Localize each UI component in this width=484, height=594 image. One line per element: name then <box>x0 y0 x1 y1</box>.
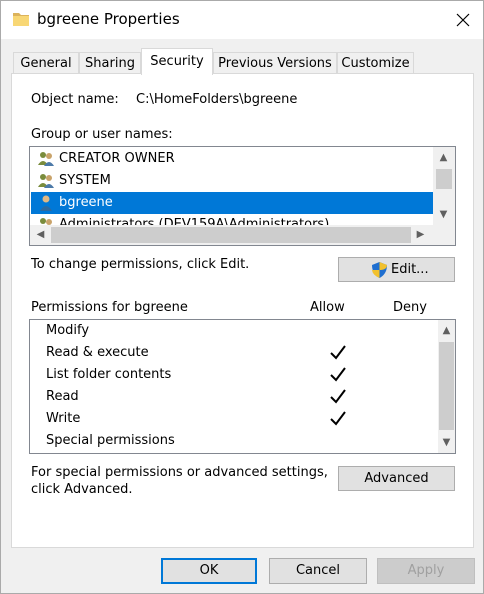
object-name-value: C:\HomeFolders\bgreene <box>136 92 298 107</box>
scroll-thumb[interactable] <box>436 169 452 189</box>
edit-button-label: Edit... <box>391 262 429 277</box>
permissions-label: Permissions for bgreene <box>31 300 188 315</box>
edit-button[interactable]: Edit... <box>338 257 455 282</box>
checkmark-icon <box>330 345 346 360</box>
permissions-list: Modify Read & execute List folder conten… <box>29 319 456 454</box>
tab-strip: General Sharing Security Previous Versio… <box>13 48 473 76</box>
list-item-selected[interactable]: bgreene <box>31 192 433 214</box>
checkmark-icon <box>330 411 346 426</box>
permission-name: Modify <box>46 323 90 338</box>
scroll-down-icon[interactable]: ▼ <box>435 206 452 223</box>
permission-row: List folder contents <box>46 364 436 386</box>
scroll-down-icon[interactable]: ▼ <box>438 434 455 451</box>
group-user-list[interactable]: CREATOR OWNER SYSTEM bgreene Administrat… <box>29 146 456 246</box>
advanced-hint-line2: click Advanced. <box>31 482 133 497</box>
apply-button[interactable]: Apply <box>377 558 475 584</box>
permission-row: Modify <box>46 320 436 342</box>
user-name: CREATOR OWNER <box>59 151 175 166</box>
list-item[interactable]: SYSTEM <box>31 170 433 192</box>
scroll-right-icon[interactable]: ▶ <box>412 226 429 243</box>
group-icon <box>38 152 54 166</box>
edit-hint: To change permissions, click Edit. <box>31 257 250 272</box>
scroll-up-icon[interactable]: ▲ <box>438 322 455 339</box>
user-icon <box>40 195 52 211</box>
list-item[interactable]: CREATOR OWNER <box>31 148 433 170</box>
security-panel: Object name: C:\HomeFolders\bgreene Grou… <box>11 73 474 548</box>
permission-name: Read & execute <box>46 345 149 360</box>
close-icon[interactable] <box>449 8 477 32</box>
user-name: bgreene <box>59 195 113 210</box>
properties-window: bgreene Properties General Sharing Secur… <box>0 0 484 594</box>
folder-icon <box>13 13 29 26</box>
permission-row: Read & execute <box>46 342 436 364</box>
permission-row: Read <box>46 386 436 408</box>
scroll-up-icon[interactable]: ▲ <box>435 149 452 166</box>
advanced-hint-line1: For special permissions or advanced sett… <box>31 465 328 480</box>
horizontal-scrollbar[interactable]: ◀ ▶ <box>30 225 455 245</box>
tab-security[interactable]: Security <box>141 48 213 75</box>
cancel-button[interactable]: Cancel <box>269 558 367 584</box>
ok-button[interactable]: OK <box>161 558 257 584</box>
checkmark-icon <box>330 367 346 382</box>
window-title: bgreene Properties <box>37 10 180 28</box>
deny-header: Deny <box>393 300 427 315</box>
permission-name: Special permissions <box>46 433 175 448</box>
permission-name: Read <box>46 389 79 404</box>
group-icon <box>38 174 54 188</box>
scroll-thumb[interactable] <box>51 227 411 243</box>
permission-name: List folder contents <box>46 367 172 382</box>
group-names-label: Group or user names: <box>31 127 173 142</box>
permission-row: Special permissions <box>46 430 436 452</box>
scroll-thumb[interactable] <box>439 342 454 430</box>
object-name-label: Object name: <box>31 92 119 107</box>
scroll-left-icon[interactable]: ◀ <box>32 226 49 243</box>
permission-name: Write <box>46 411 81 426</box>
shield-icon <box>372 262 387 278</box>
advanced-button[interactable]: Advanced <box>338 466 455 491</box>
allow-header: Allow <box>310 300 345 315</box>
user-name: SYSTEM <box>59 173 111 188</box>
title-bar[interactable]: bgreene Properties <box>1 1 483 39</box>
checkmark-icon <box>330 389 346 404</box>
vertical-scrollbar[interactable]: ▲ ▼ <box>433 147 455 225</box>
permission-row: Write <box>46 408 436 430</box>
vertical-scrollbar[interactable]: ▲ ▼ <box>438 320 455 453</box>
